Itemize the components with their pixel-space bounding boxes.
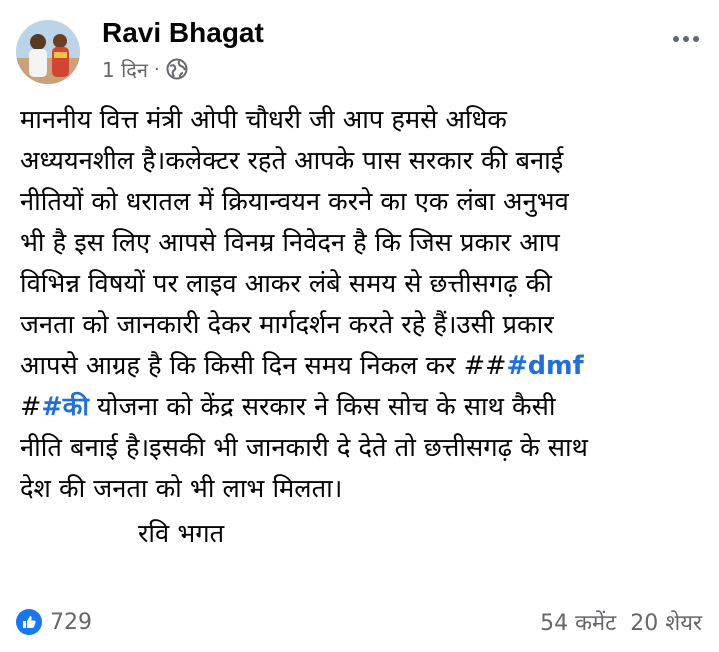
body-text: # (20, 392, 42, 422)
like-icon (16, 609, 42, 635)
more-icon[interactable] (666, 24, 706, 54)
body-line: नीति बनाई है।इसकी भी जानकारी दे देते तो … (20, 433, 588, 463)
engagement-counts: 54 कमेंट 20 शेयर (540, 607, 702, 637)
post-time[interactable]: 1 दिन (102, 56, 148, 83)
signature: रवि भगत (138, 519, 225, 549)
author-name[interactable]: Ravi Bhagat (102, 16, 264, 50)
body-line: ##की योजना को केंद्र सरकार ने किस सोच के… (20, 387, 710, 428)
body-line: आपसे आग्रह है कि किसी दिन समय निकल कर ##… (20, 346, 710, 387)
hashtag-ki[interactable]: #की (41, 392, 89, 422)
avatar[interactable] (16, 20, 80, 84)
body-line: देश की जनता को भी लाभ मिलता। (20, 474, 343, 504)
hashtag-dmf[interactable]: #dmf (506, 351, 583, 381)
globe-icon[interactable] (166, 58, 188, 80)
post-header: Ravi Bhagat 1 दिन · (16, 14, 706, 86)
shares-count[interactable]: 20 शेयर (630, 607, 702, 637)
body-line: विभिन्न विषयों पर लाइव आकर लंबे समय से छ… (20, 269, 552, 299)
reaction-count: 729 (50, 609, 92, 635)
body-line: भी है इस लिए आपसे विनम्र निवेदन है कि जि… (20, 228, 560, 258)
body-text: आपसे आग्रह है कि किसी दिन समय निकल कर ## (20, 351, 507, 381)
body-line: नीतियों को धरातल में क्रियान्वयन करने का… (20, 187, 569, 217)
body-line: अध्ययनशील है।कलेक्टर रहते आपके पास सरकार… (20, 146, 564, 176)
comments-count[interactable]: 54 कमेंट (540, 607, 616, 637)
meta-separator: · (153, 58, 160, 80)
body-line: जनता को जानकारी देकर मार्गदर्शन करते रहे… (20, 310, 554, 340)
post-body: माननीय वित्त मंत्री ओपी चौधरी जी आप हमसे… (20, 100, 710, 555)
post-footer: 729 54 कमेंट 20 शेयर (16, 604, 702, 640)
body-line: माननीय वित्त मंत्री ओपी चौधरी जी आप हमसे… (20, 105, 507, 135)
body-text: योजना को केंद्र सरकार ने किस सोच के साथ … (88, 392, 556, 422)
reactions[interactable]: 729 (16, 609, 92, 635)
post-meta: 1 दिन · (102, 54, 188, 84)
